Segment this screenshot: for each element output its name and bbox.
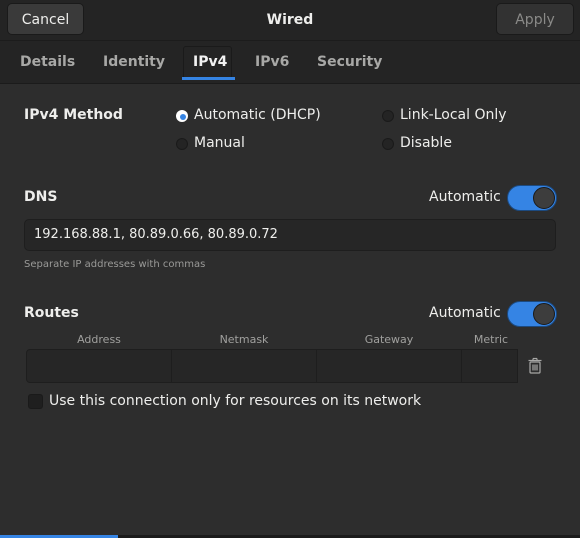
ipv4-method-label: IPv4 Method (24, 107, 123, 123)
header-bar: Cancel Wired Apply (0, 0, 580, 41)
route-metric-input[interactable] (461, 349, 518, 383)
dns-automatic-switch[interactable] (507, 185, 557, 211)
delete-route-button[interactable] (518, 349, 552, 383)
dns-servers-input[interactable]: 192.168.88.1, 80.89.0.66, 80.89.0.72 (24, 219, 556, 251)
column-address: Address (77, 333, 121, 346)
radio-manual-label[interactable]: Manual (194, 135, 245, 151)
tab-identity[interactable]: Identity (103, 41, 165, 83)
apply-button[interactable]: Apply (496, 3, 574, 35)
routes-automatic-label: Automatic (429, 305, 501, 321)
trash-icon (528, 357, 542, 374)
dialog-title: Wired (266, 12, 314, 28)
column-metric: Metric (473, 333, 509, 346)
only-local-resources-checkbox[interactable] (28, 394, 43, 409)
radio-manual[interactable] (176, 138, 188, 150)
radio-disable[interactable] (382, 138, 394, 150)
dns-label: DNS (24, 189, 58, 205)
route-address-input[interactable] (26, 349, 172, 383)
tab-security[interactable]: Security (317, 41, 382, 83)
route-netmask-input[interactable] (171, 349, 317, 383)
radio-disable-label[interactable]: Disable (400, 135, 452, 151)
column-gateway: Gateway (364, 333, 414, 346)
switch-knob (533, 187, 555, 209)
route-gateway-input[interactable] (316, 349, 462, 383)
cancel-button[interactable]: Cancel (7, 3, 84, 35)
radio-automatic-dhcp-label[interactable]: Automatic (DHCP) (194, 107, 321, 123)
tab-bar: Details Identity IPv4 IPv6 Security (0, 41, 580, 84)
radio-automatic-dhcp[interactable] (176, 110, 188, 122)
only-local-resources-label[interactable]: Use this connection only for resources o… (49, 393, 421, 409)
tab-details[interactable]: Details (20, 41, 75, 83)
dns-hint: Separate IP addresses with commas (24, 259, 206, 270)
routes-label: Routes (24, 305, 79, 321)
active-tab-indicator (182, 77, 235, 80)
routes-automatic-switch[interactable] (507, 301, 557, 327)
column-netmask: Netmask (219, 333, 269, 346)
dns-automatic-label: Automatic (429, 189, 501, 205)
switch-knob (533, 303, 555, 325)
radio-link-local-only-label[interactable]: Link-Local Only (400, 107, 507, 123)
radio-link-local-only[interactable] (382, 110, 394, 122)
tab-ipv6[interactable]: IPv6 (255, 41, 289, 83)
